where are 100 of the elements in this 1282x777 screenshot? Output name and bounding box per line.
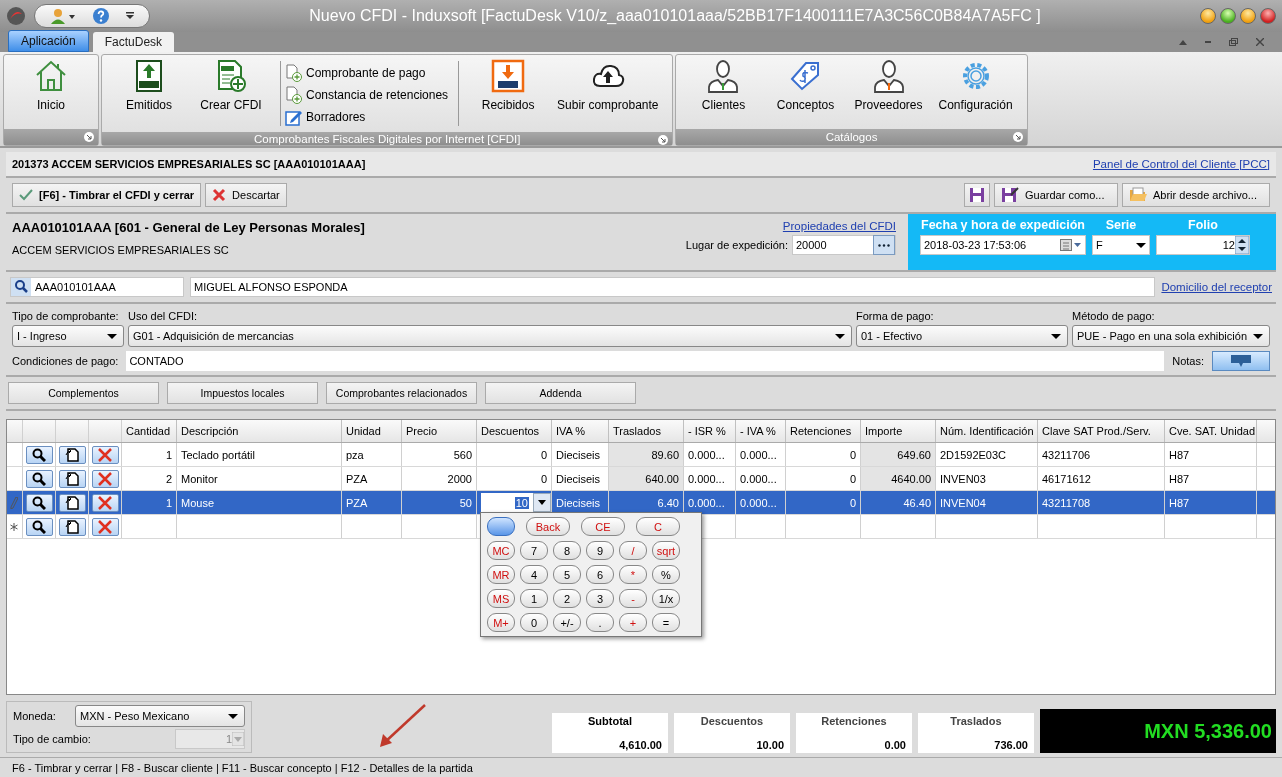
calculator-key[interactable]: / (619, 541, 647, 560)
table-cell: 2 (122, 467, 177, 490)
calculator-key[interactable]: 2 (553, 589, 581, 608)
ribbon-button[interactable]: Clientes (682, 55, 765, 129)
column-header[interactable]: Descuentos (477, 420, 552, 442)
calculator-key[interactable]: 1 (520, 589, 548, 608)
table-cell: 0.000... (684, 467, 736, 490)
calculator-key[interactable]: MR (487, 565, 515, 584)
receiver-rfc-field[interactable]: AAA010101AAA (10, 277, 184, 297)
place-label: Lugar de expedición: (685, 239, 788, 251)
section-button[interactable]: Addenda (485, 382, 636, 404)
calculator-key[interactable]: 7 (520, 541, 548, 560)
table-cell: INVEN04 (936, 491, 1038, 514)
table-cell: 1 (122, 443, 177, 466)
calculator-key[interactable]: 6 (586, 565, 614, 584)
table-cell: 46171612 (1038, 467, 1165, 490)
ribbon-button[interactable]: Emitidos (108, 55, 190, 132)
table-cell: Mouse (177, 491, 342, 514)
column-header[interactable]: IVA % (552, 420, 609, 442)
client-panel-link[interactable]: Panel de Control del Cliente [PCC] (1092, 158, 1270, 170)
table-cell: 4640.00 (861, 467, 936, 490)
ribbon-tab[interactable]: Aplicación (8, 30, 89, 52)
receiver-address-link[interactable]: Domicilio del receptor (1161, 281, 1272, 293)
calculator-key[interactable]: = (652, 613, 680, 632)
date-field[interactable]: 2018-03-23 17:53:06 (920, 235, 1086, 255)
table-row[interactable]: 1 Teclado portátil pza 560 0 Dieciseis 89.60 0.000... 0.000... 0 649.60 2D1592E03C 43211706 H87 (7, 443, 1275, 467)
ribbon-button[interactable]: Crear CFDI (190, 55, 272, 132)
currency-dropdown[interactable]: MXN - Peso Mexicano (75, 705, 245, 727)
calculator-key[interactable]: +/- (553, 613, 581, 632)
calculator-key[interactable]: 5 (553, 565, 581, 584)
ribbon-button[interactable]: Conceptos (764, 55, 847, 129)
ribbon-tab[interactable]: FactuDesk (92, 32, 175, 52)
discard-button[interactable]: Descartar (205, 183, 287, 207)
table-cell: 0.000... (736, 491, 786, 514)
calculator-key[interactable]: C (636, 517, 680, 536)
ribbon-button[interactable]: Subir comprobante (549, 55, 667, 132)
save-as-button[interactable]: Guardar como... (994, 183, 1118, 207)
dropdown[interactable]: G01 - Adquisición de mercancias (128, 325, 852, 347)
column-header[interactable]: Cantidad (122, 420, 177, 442)
payment-terms-field[interactable]: CONTADO (126, 351, 1165, 371)
column-header[interactable]: Núm. Identificación (936, 420, 1038, 442)
table-cell: pza (342, 443, 402, 466)
calculator-key[interactable]: 9 (586, 541, 614, 560)
calculator-key[interactable]: CE (581, 517, 625, 536)
column-header[interactable]: Precio (402, 420, 477, 442)
calculator-key[interactable]: * (619, 565, 647, 584)
calculator-key[interactable]: sqrt (652, 541, 680, 560)
column-header[interactable]: - ISR % (684, 420, 736, 442)
table-cell: H87 (1165, 491, 1257, 514)
column-header[interactable]: Importe (861, 420, 936, 442)
calculator-key[interactable]: 0 (520, 613, 548, 632)
calculator-key[interactable]: MC (487, 541, 515, 560)
table-cell: 43211708 (1038, 491, 1165, 514)
discount-editor[interactable]: 10 (481, 493, 551, 512)
ribbon-button[interactable]: Comprobante de pago (285, 64, 449, 82)
column-header[interactable]: Unidad (342, 420, 402, 442)
exchange-rate-label: Tipo de cambio: (13, 733, 91, 745)
calculator-key[interactable]: M+ (487, 613, 515, 632)
ribbon-button[interactable]: Proveedores (846, 55, 931, 129)
place-field[interactable]: 20000 (792, 235, 896, 255)
section-button[interactable]: Comprobantes relacionados (326, 382, 477, 404)
dropdown[interactable]: PUE - Pago en una sola exhibición (1072, 325, 1270, 347)
dropdown[interactable]: I - Ingreso (12, 325, 124, 347)
folio-spinner[interactable]: 12 (1156, 235, 1250, 255)
table-cell: 560 (402, 443, 477, 466)
receiver-name-field[interactable]: MIGUEL ALFONSO ESPONDA (190, 277, 1156, 297)
calculator-key[interactable]: Back (526, 517, 570, 536)
date-label: Fecha y hora de expedición (921, 218, 1085, 232)
calculator-key[interactable]: % (652, 565, 680, 584)
table-row[interactable]: 1 Mouse PZA 50 10 Dieciseis 6.40 0.000... 0.000... 0 46.40 INVEN04 43211708 H87 (7, 491, 1275, 515)
calculator-key[interactable]: 8 (553, 541, 581, 560)
cfdi-properties-link[interactable]: Propiedades del CFDI (782, 220, 896, 232)
column-header[interactable]: Traslados (609, 420, 684, 442)
ribbon-button[interactable]: Configuración (930, 55, 1021, 129)
total-value: 10.00 (756, 739, 784, 751)
ribbon-button[interactable]: Inicio (10, 55, 92, 129)
calculator-key[interactable]: + (619, 613, 647, 632)
calculator-key[interactable]: 1/x (652, 589, 680, 608)
ribbon-button[interactable]: Borradores (285, 108, 449, 126)
calculator-key[interactable]: 4 (520, 565, 548, 584)
stamp-and-close-button[interactable]: [F6] - Timbrar el CFDI y cerrar (12, 183, 202, 207)
ribbon-button[interactable]: Constancia de retenciones (285, 86, 449, 104)
calculator-key[interactable]: MS (487, 589, 515, 608)
column-header[interactable]: Descripción (177, 420, 342, 442)
section-button[interactable]: Complementos (8, 382, 159, 404)
table-cell: PZA (342, 467, 402, 490)
calculator-key[interactable]: . (586, 613, 614, 632)
open-file-button[interactable]: Abrir desde archivo... (1122, 183, 1270, 207)
column-header[interactable]: Cve. SAT. Unidad (1165, 420, 1257, 442)
column-header[interactable]: Retenciones (786, 420, 861, 442)
calculator-key[interactable]: - (619, 589, 647, 608)
total-value: 4,610.00 (619, 739, 662, 751)
column-header[interactable]: - IVA % (736, 420, 786, 442)
series-dropdown[interactable]: F (1092, 235, 1150, 255)
field-label: Uso del CFDI: (128, 310, 199, 322)
calculator-key[interactable]: 3 (586, 589, 614, 608)
dropdown[interactable]: 01 - Efectivo (856, 325, 1068, 347)
section-button[interactable]: Impuestos locales (167, 382, 318, 404)
column-header[interactable]: Clave SAT Prod./Serv. (1038, 420, 1165, 442)
ribbon-button[interactable]: Recibidos (467, 55, 550, 132)
